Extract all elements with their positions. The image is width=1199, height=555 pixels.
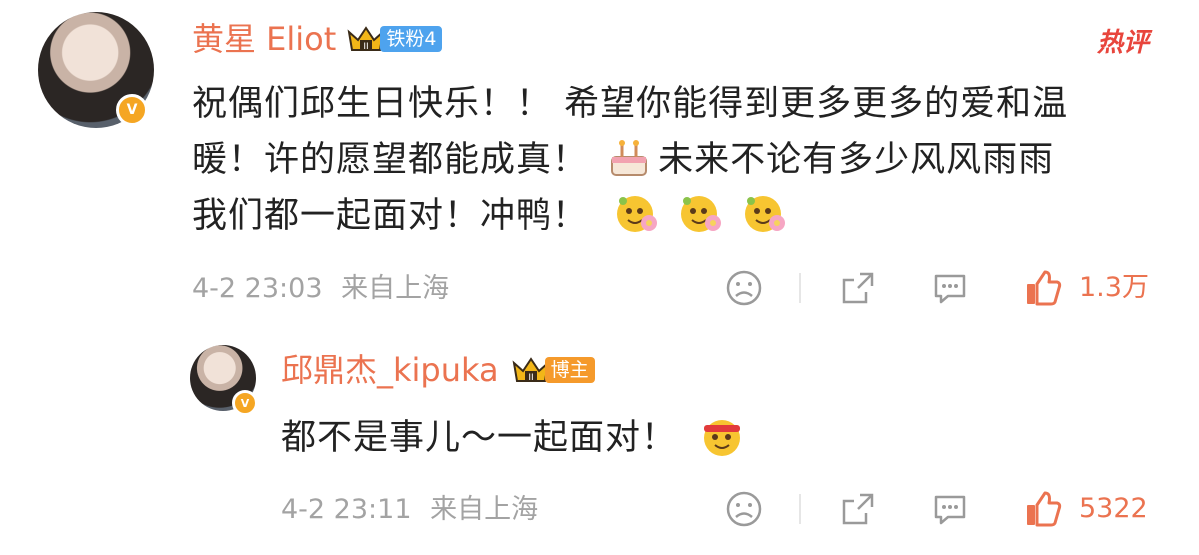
username[interactable]: 邱鼎杰_kipuka	[281, 350, 499, 390]
comment-line: 暖！许的愿望都能成真！ 未来不论有多少风风雨雨	[192, 132, 1182, 188]
flower-face-emoji	[681, 196, 722, 232]
comment-meta: 4-2 23:03 来自上海	[192, 272, 449, 306]
reply-meta: 4-2 23:11 来自上海	[281, 493, 538, 527]
reply-location: 来自上海	[430, 494, 539, 525]
comment-icon[interactable]	[930, 489, 970, 529]
flower-face-emoji	[745, 196, 786, 232]
reply-date: 4-2 23:11	[281, 494, 412, 525]
username[interactable]: 黄星 Eliot	[192, 19, 336, 59]
comment-text: 祝偶们邱生日快乐！！ 希望你能得到更多更多的爱和温 暖！许的愿望都能成真！ 未来…	[192, 76, 1182, 244]
comment-line: 我们都一起面对！冲鸭！	[192, 188, 1182, 244]
comment-line: 祝偶们邱生日快乐！！ 希望你能得到更多更多的爱和温	[192, 84, 1069, 124]
comment-date: 4-2 23:03	[192, 273, 323, 304]
hot-comment-badge: 热评	[1096, 28, 1149, 58]
divider	[799, 273, 801, 303]
like-count: 1.3万	[1079, 272, 1149, 303]
thumbs-up-icon	[1027, 491, 1062, 527]
like-button[interactable]: 5322	[1023, 489, 1148, 529]
sad-face-icon[interactable]	[724, 268, 764, 308]
thumbs-up-icon	[1027, 270, 1062, 306]
like-button[interactable]: 1.3万	[1023, 268, 1149, 308]
reply-header: 邱鼎杰_kipuka II 博主	[281, 350, 595, 390]
fan-level-badge[interactable]: II 铁粉4	[346, 24, 443, 54]
headband-face-emoji	[704, 420, 741, 456]
sad-face-icon[interactable]	[724, 489, 764, 529]
author-label: 博主	[544, 357, 595, 383]
fan-level-label: 铁粉4	[380, 26, 443, 52]
share-icon[interactable]	[838, 268, 878, 308]
cake-emoji	[611, 140, 648, 176]
comment-header: 黄星 Eliot II 铁粉4	[192, 19, 443, 59]
share-icon[interactable]	[838, 489, 878, 529]
svg-text:II: II	[364, 42, 369, 52]
divider	[799, 494, 801, 524]
author-badge[interactable]: II 博主	[511, 355, 595, 385]
verified-badge-icon: V	[232, 390, 258, 416]
like-count: 5322	[1079, 493, 1148, 524]
reply-text: 都不是事儿～一起面对！	[281, 410, 745, 466]
flower-face-emoji	[617, 196, 658, 232]
comment-location: 来自上海	[341, 273, 450, 304]
svg-text:II: II	[528, 373, 533, 383]
comment-icon[interactable]	[930, 268, 970, 308]
verified-badge-icon: V	[116, 94, 148, 126]
